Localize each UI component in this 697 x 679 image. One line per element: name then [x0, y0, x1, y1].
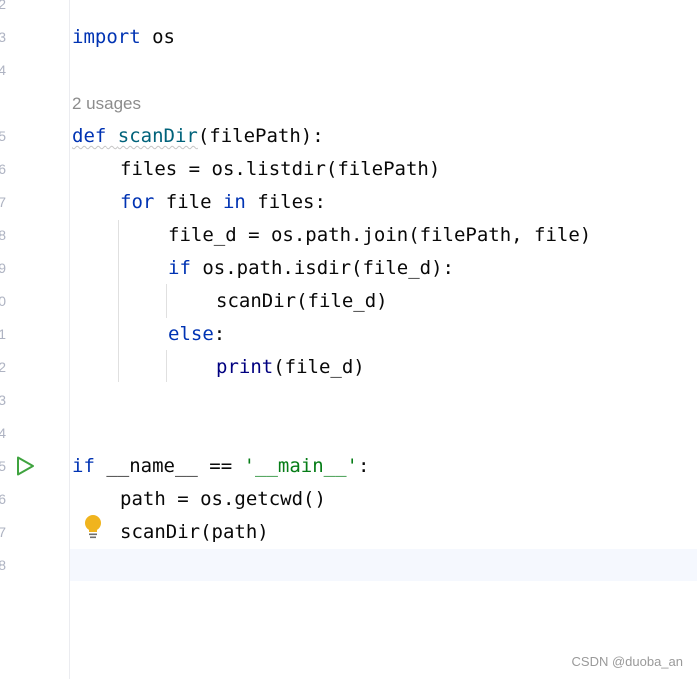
code-line[interactable]: file_d = os.path.join(filePath, file)	[168, 223, 591, 247]
line-number: 4	[0, 62, 6, 78]
code-line[interactable]: def scanDir(filePath):	[72, 124, 324, 148]
line-number: 6	[0, 161, 6, 177]
line-number: 8	[0, 557, 6, 573]
line-number: 8	[0, 227, 6, 243]
code-text: :	[358, 455, 370, 477]
builtin-function: print	[216, 356, 274, 378]
keyword: in	[222, 191, 246, 213]
line-number: 5	[0, 128, 6, 144]
run-triangle-icon[interactable]	[14, 455, 36, 477]
code-text: file	[154, 191, 223, 213]
code-line[interactable]: for file in files:	[120, 190, 326, 214]
watermark: CSDN @duoba_an	[571, 654, 683, 669]
code-text: os	[140, 26, 175, 48]
line-number: 3	[0, 29, 6, 45]
code-line[interactable]: scanDir(file_d)	[216, 289, 388, 313]
indent-guide	[166, 350, 167, 382]
line-number: 6	[0, 491, 6, 507]
code-line[interactable]: files = os.listdir(filePath)	[120, 157, 440, 181]
keyword: else	[168, 323, 214, 345]
gutter-border	[69, 0, 70, 679]
function-name: scanDir	[117, 125, 198, 147]
keyword: for	[120, 191, 155, 213]
keyword: def	[72, 125, 107, 147]
code-text: os.path.isdir(file_d):	[190, 257, 454, 279]
code-line[interactable]: if os.path.isdir(file_d):	[168, 256, 454, 280]
line-number: 4	[0, 425, 6, 441]
current-line-highlight	[70, 549, 697, 581]
line-number: 7	[0, 524, 6, 540]
lightbulb-icon[interactable]	[83, 514, 103, 540]
string-literal: '__main__'	[243, 455, 358, 477]
line-number: 9	[0, 260, 6, 276]
line-number: 2	[0, 359, 6, 375]
line-number: 2	[0, 0, 6, 12]
code-line[interactable]: else:	[168, 322, 225, 346]
code-text: files:	[245, 191, 326, 213]
keyword: if	[168, 257, 191, 279]
line-number: 1	[0, 326, 6, 342]
line-number: 3	[0, 392, 6, 408]
code-line[interactable]: if __name__ == '__main__':	[72, 454, 369, 478]
code-text: (file_d)	[273, 356, 365, 378]
code-text: :	[213, 323, 226, 345]
line-number: 7	[0, 194, 6, 210]
keyword: import	[72, 26, 141, 48]
code-line[interactable]: import os	[72, 25, 175, 49]
code-line[interactable]: path = os.getcwd()	[120, 487, 326, 511]
line-number: 5	[0, 458, 6, 474]
code-text: (filePath):	[197, 125, 324, 147]
code-line[interactable]: print(file_d)	[216, 355, 365, 379]
code-line[interactable]: scanDir(path)	[120, 520, 269, 544]
indent-guide	[118, 220, 119, 382]
line-number: 0	[0, 293, 6, 309]
keyword: if	[72, 455, 95, 477]
code-text: __name__ ==	[94, 455, 244, 477]
indent-guide	[166, 284, 167, 318]
code-editor[interactable]: 2 3 4 5 6 7 8 9 0 1 2 3 4 5 6 7 8 import…	[0, 0, 697, 679]
usages-inlay-hint[interactable]: 2 usages	[72, 93, 141, 115]
